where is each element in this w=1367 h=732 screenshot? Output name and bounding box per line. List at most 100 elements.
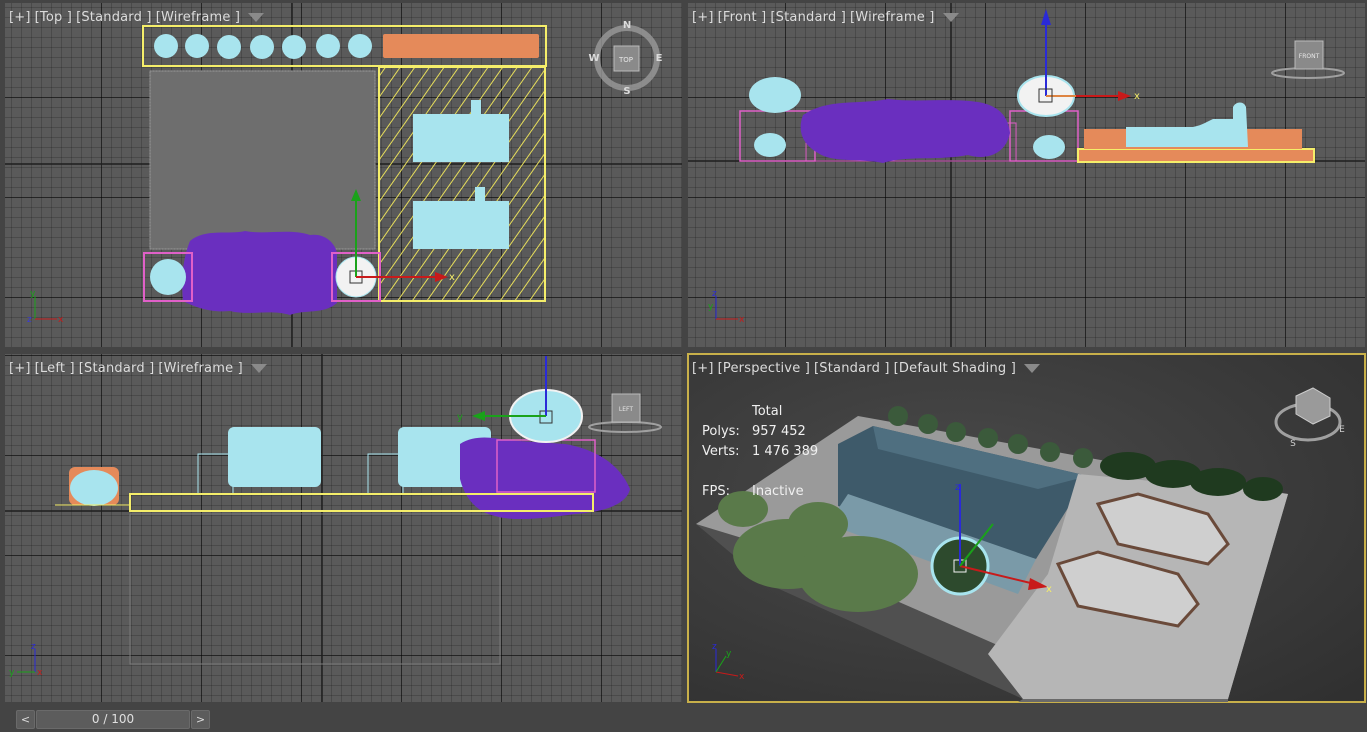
- viewport-menu-plus[interactable]: [+]: [692, 10, 714, 25]
- filter-icon[interactable]: [942, 13, 959, 22]
- time-slider-bar: < 0 / 100 >: [0, 705, 1367, 732]
- left-view-canvas: y z y x LEFT: [5, 354, 682, 702]
- filter-icon[interactable]: [248, 13, 265, 22]
- gizmo-z-label: z: [955, 482, 960, 493]
- previous-frame-button[interactable]: <: [16, 710, 35, 729]
- deck-selected: [1077, 148, 1315, 163]
- lounger-2-side-table: [475, 187, 485, 203]
- gizmo-x-label: x: [1046, 584, 1052, 595]
- lounger-2: [413, 201, 509, 249]
- compass-e: E: [656, 53, 663, 64]
- viewport-display-menu[interactable]: [Wireframe ]: [156, 10, 240, 25]
- top-view-canvas: x y x z TOP N S E W: [5, 3, 682, 347]
- viewport-label-top: [+] [Top ] [Standard ] [Wireframe ]: [9, 10, 265, 25]
- fps-label: FPS:: [702, 484, 730, 499]
- corner-label-y: y: [726, 649, 732, 659]
- corner-label-y: y: [708, 302, 714, 312]
- corner-label-z: z: [712, 642, 717, 652]
- pool-mesh: [149, 70, 376, 250]
- shrub: [282, 35, 306, 59]
- corner-label-x: x: [58, 315, 64, 325]
- viewport-top[interactable]: x y x z TOP N S E W [+] [Top ] [Standard ]…: [5, 3, 682, 347]
- corner-label-x: x: [37, 668, 43, 678]
- corner-label-x: x: [739, 315, 745, 325]
- compass-s: S: [623, 86, 630, 97]
- viewcube-left-label: LEFT: [619, 406, 633, 413]
- viewport-display-menu[interactable]: [Wireframe ]: [158, 361, 242, 376]
- planting-mass: [460, 437, 630, 520]
- shrub: [185, 34, 209, 58]
- verts-value: 1 476 389: [752, 444, 819, 459]
- shrub: [217, 35, 241, 59]
- viewport-menu-plus[interactable]: [+]: [9, 10, 31, 25]
- viewport-view-menu[interactable]: [Front ]: [718, 10, 767, 25]
- corner-axis-y: [715, 655, 727, 673]
- compass-n: N: [623, 20, 631, 31]
- corner-axis-x: [715, 671, 739, 677]
- shrub: [1033, 135, 1065, 159]
- corner-label-z: z: [712, 289, 717, 299]
- shrub: [749, 77, 801, 113]
- compass-s: S: [1290, 439, 1296, 449]
- planting-mass: [182, 231, 337, 315]
- viewport-shading-menu[interactable]: [Standard ]: [770, 10, 846, 25]
- viewport-menu-plus[interactable]: [+]: [9, 361, 31, 376]
- shrub: [250, 35, 274, 59]
- corner-label-x: x: [739, 672, 745, 682]
- deck-selected: [378, 66, 546, 302]
- fps-value: Inactive: [752, 484, 804, 499]
- shrub-left: [150, 259, 186, 295]
- shrub: [754, 133, 786, 157]
- viewport-display-menu[interactable]: [Wireframe ]: [850, 10, 934, 25]
- filter-icon[interactable]: [250, 364, 267, 373]
- lounger-frame: [367, 453, 404, 495]
- viewcube-left[interactable]: LEFT: [588, 393, 662, 433]
- planting-mass: [800, 99, 1010, 163]
- viewcube-front[interactable]: FRONT: [1271, 40, 1345, 79]
- viewport-display-menu[interactable]: [Default Shading ]: [894, 361, 1016, 376]
- viewport-menu-plus[interactable]: [+]: [692, 361, 714, 376]
- viewcube-front-label: FRONT: [1299, 53, 1320, 60]
- polys-value: 957 452: [752, 424, 806, 439]
- corner-label-y: y: [9, 668, 15, 678]
- viewport-shading-menu[interactable]: [Standard ]: [79, 361, 155, 376]
- viewport-label-front: [+] [Front ] [Standard ] [Wireframe ]: [692, 10, 959, 25]
- corner-label-z: z: [27, 315, 32, 325]
- viewport-view-menu[interactable]: [Left ]: [35, 361, 75, 376]
- lounger-frame: [197, 453, 234, 495]
- shrub: [348, 34, 372, 58]
- compass-w: W: [588, 53, 599, 64]
- gizmo-x-arrow: [1118, 91, 1131, 101]
- viewport-label-perspective: [+] [Perspective ] [Standard ] [Default Sha…: [692, 361, 1040, 376]
- gizmo-y-arrow: [472, 411, 485, 421]
- gizmo-x-label: x: [1134, 91, 1140, 102]
- gizmo-x-label: x: [449, 272, 455, 283]
- time-slider[interactable]: 0 / 100: [36, 710, 190, 729]
- viewport-shading-menu[interactable]: [Standard ]: [814, 361, 890, 376]
- viewport-shading-menu[interactable]: [Standard ]: [76, 10, 152, 25]
- polys-label: Polys:: [702, 424, 740, 439]
- viewport-view-menu[interactable]: [Perspective ]: [718, 361, 810, 376]
- front-view-canvas: x z x y FRONT: [688, 3, 1365, 347]
- stats-header: Total: [752, 404, 783, 419]
- viewcube-perspective[interactable]: S E: [1274, 387, 1345, 449]
- filter-icon[interactable]: [1023, 364, 1040, 373]
- pool-wire-outline: [129, 513, 501, 665]
- viewport-left[interactable]: y z y x LEFT [+] [Left ] [Standard ] [Wiref…: [5, 354, 682, 702]
- gizmo-y-label: y: [457, 412, 463, 423]
- lounger-1-side-table: [471, 100, 481, 116]
- viewport-label-left: [+] [Left ] [Standard ] [Wireframe ]: [9, 361, 267, 376]
- shrub: [70, 470, 118, 506]
- shrub: [154, 34, 178, 58]
- gizmo-z-arrow: [1041, 9, 1051, 25]
- viewport-perspective[interactable]: z x z x y S E [+] [Perspective ] [Standard…: [687, 353, 1366, 703]
- corner-label-z: z: [31, 642, 36, 652]
- cushion-bench: [383, 34, 539, 58]
- viewcube-top-label: TOP: [618, 56, 633, 64]
- viewcube-compass[interactable]: TOP N S E W: [588, 20, 662, 97]
- lounger-1: [413, 114, 509, 162]
- viewport-front[interactable]: x z x y FRONT [+] [Front ] [Standard ] [Wir…: [688, 3, 1365, 347]
- viewport-view-menu[interactable]: [Top ]: [35, 10, 72, 25]
- scene-statistics: Total Polys: 957 452 Verts: 1 476 389 FPS:…: [702, 402, 818, 502]
- next-frame-button[interactable]: >: [191, 710, 210, 729]
